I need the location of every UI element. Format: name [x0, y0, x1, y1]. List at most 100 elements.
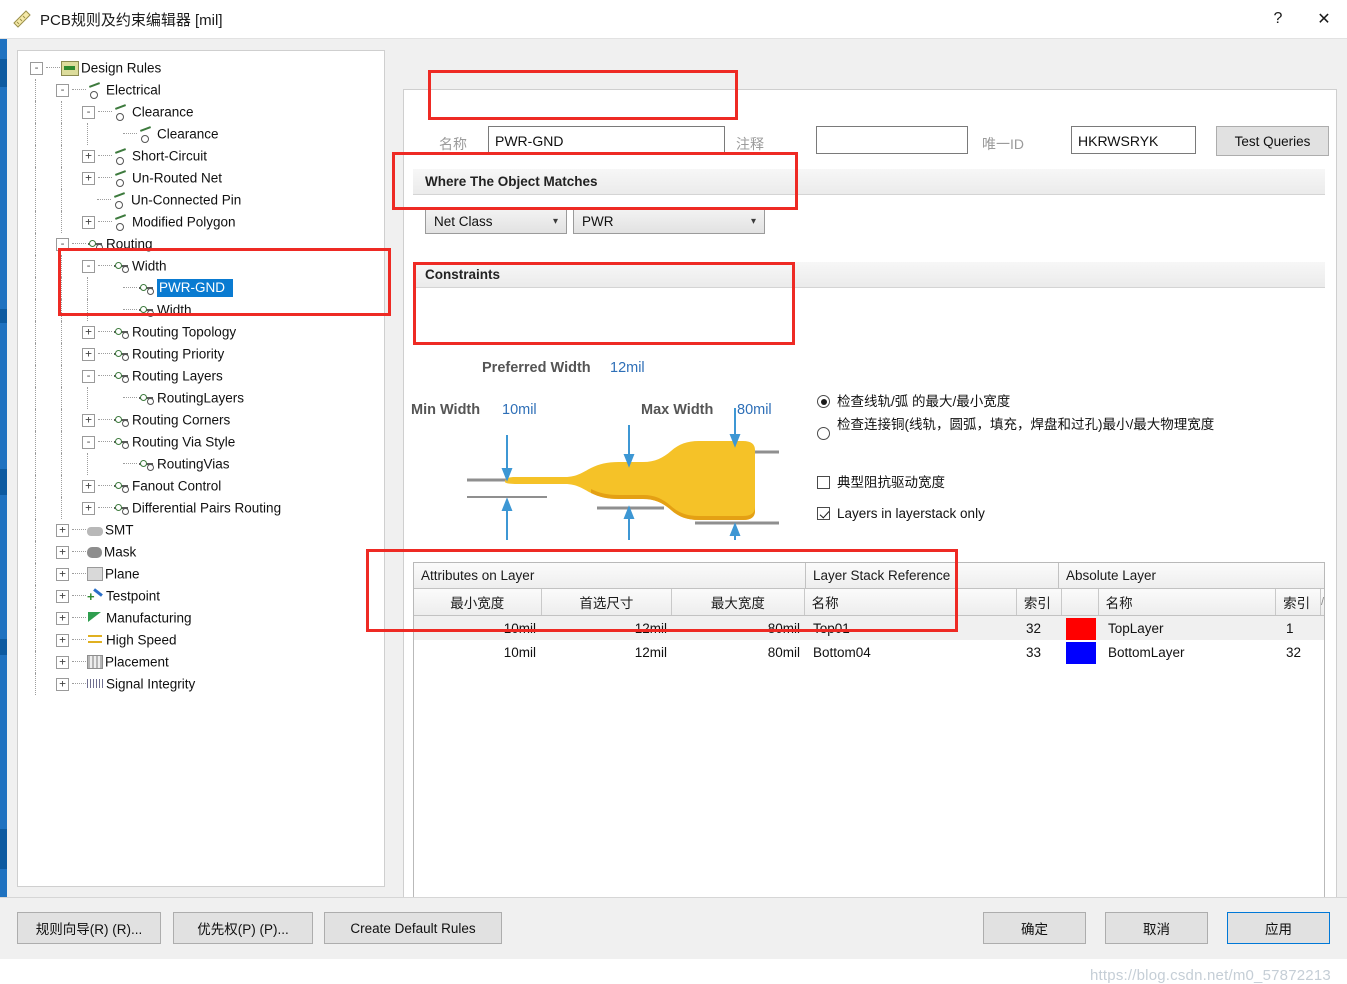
tree-item-width[interactable]: Width	[18, 299, 384, 321]
column-header-abs-name[interactable]: 名称	[1099, 589, 1277, 615]
test-queries-button[interactable]: Test Queries	[1216, 126, 1329, 156]
comment-input[interactable]	[816, 126, 968, 154]
cell-absolute-index: 1	[1286, 620, 1294, 636]
tree-item-label: High Speed	[106, 632, 177, 648]
column-header-stack-name[interactable]: 名称	[805, 589, 1017, 615]
scope-type-select[interactable]: Net Class ▾	[425, 208, 567, 234]
checkbox-layers-in-layerstack[interactable]	[817, 507, 830, 520]
table-row[interactable]: 10mil 12mil 80mil Bottom04 33 BottomLayer 32	[414, 640, 1324, 664]
radio-track-arc-width[interactable]	[817, 395, 830, 408]
close-button[interactable]: ✕	[1301, 0, 1347, 38]
tree-item-modified-polygon[interactable]: + Modified Polygon	[18, 211, 384, 233]
routing-icon	[138, 303, 155, 318]
expand-icon[interactable]: +	[82, 171, 95, 185]
column-header-color-swatch[interactable]	[1062, 589, 1099, 615]
collapse-icon[interactable]: -	[82, 105, 95, 119]
tree-item-high-speed[interactable]: + High Speed	[18, 629, 384, 651]
table-column-header-row: 最小宽度 首选尺寸 最大宽度 名称 索引 名称 索引 /	[414, 589, 1324, 616]
column-header-abs-index[interactable]: 索引	[1276, 589, 1321, 615]
tree-item-un-connected-pin[interactable]: Un-Connected Pin	[18, 189, 384, 211]
tree-item-electrical[interactable]: - Electrical	[18, 79, 384, 101]
radio-connected-copper[interactable]	[817, 427, 830, 440]
tree-item-pwr-gnd[interactable]: PWR-GND	[18, 277, 384, 299]
tree-item-placement[interactable]: + Placement	[18, 651, 384, 673]
tree-item-clearance[interactable]: Clearance	[18, 123, 384, 145]
tree-item-routingvias[interactable]: RoutingVias	[18, 453, 384, 475]
cell-max-width: 80mil	[767, 644, 800, 660]
layers-in-layerstack-checkbox-row[interactable]: Layers in layerstack only	[817, 505, 1157, 523]
expand-icon[interactable]: +	[82, 215, 95, 229]
create-default-rules-button[interactable]: Create Default Rules	[324, 912, 502, 944]
tree-item-width[interactable]: - Width	[18, 255, 384, 277]
column-header-min-width[interactable]: 最小宽度	[414, 589, 542, 615]
tree-item-differential-pairs-routing[interactable]: + Differential Pairs Routing	[18, 497, 384, 519]
expand-icon[interactable]: +	[82, 479, 95, 493]
design-rules-tree[interactable]: - Design Rules - Electrical - Clearance Cleara…	[17, 50, 385, 887]
tree-item-signal-integrity[interactable]: + Signal Integrity	[18, 673, 384, 695]
tree-item-label: Clearance	[132, 104, 194, 120]
expand-icon[interactable]: +	[56, 589, 69, 603]
tree-item-manufacturing[interactable]: + Manufacturing	[18, 607, 384, 629]
preferred-width-value[interactable]: 12mil	[610, 360, 645, 376]
column-header-max-width[interactable]: 最大宽度	[672, 589, 805, 615]
check-track-arc-width-radio-row[interactable]: 检查线轨/弧 的最大/最小宽度	[817, 393, 1217, 411]
tree-item-routing-corners[interactable]: + Routing Corners	[18, 409, 384, 431]
tree-item-mask[interactable]: + Mask	[18, 541, 384, 563]
tree-item-short-circuit[interactable]: + Short-Circuit	[18, 145, 384, 167]
tree-item-label: Un-Routed Net	[132, 170, 223, 186]
collapse-icon[interactable]: -	[82, 435, 95, 449]
scope-value-select[interactable]: PWR ▾	[573, 208, 765, 234]
expand-icon[interactable]: +	[56, 523, 69, 537]
tree-item-smt[interactable]: + SMT	[18, 519, 384, 541]
tree-item-routing[interactable]: - Routing	[18, 233, 384, 255]
expand-icon[interactable]: +	[82, 501, 95, 515]
expand-icon[interactable]: +	[56, 655, 69, 669]
expand-icon[interactable]: +	[56, 633, 69, 647]
help-button[interactable]: ?	[1255, 0, 1301, 38]
collapse-icon[interactable]: -	[82, 369, 95, 383]
rule-wizard-button[interactable]: 规则向导(R) (R)...	[17, 912, 161, 944]
tree-item-un-routed-net[interactable]: + Un-Routed Net	[18, 167, 384, 189]
expand-icon[interactable]: +	[82, 149, 95, 163]
expand-icon[interactable]: +	[82, 325, 95, 339]
apply-button[interactable]: 应用	[1227, 912, 1330, 944]
tree-item-clearance[interactable]: - Clearance	[18, 101, 384, 123]
collapse-icon[interactable]: -	[82, 259, 95, 273]
unique-id-input[interactable]: HKRWSRYK	[1071, 126, 1196, 154]
ok-button[interactable]: 确定	[983, 912, 1086, 944]
tree-item-design-rules[interactable]: - Design Rules	[18, 57, 384, 79]
ruler-icon	[12, 9, 32, 29]
checkbox-typical-impedance[interactable]	[817, 476, 830, 489]
tree-item-routing-topology[interactable]: + Routing Topology	[18, 321, 384, 343]
expand-icon[interactable]: +	[82, 347, 95, 361]
cancel-button[interactable]: 取消	[1105, 912, 1208, 944]
expand-icon[interactable]: +	[56, 611, 69, 625]
tree-item-fanout-control[interactable]: + Fanout Control	[18, 475, 384, 497]
tree-item-routinglayers[interactable]: RoutingLayers	[18, 387, 384, 409]
rule-name-input[interactable]: PWR-GND	[488, 126, 725, 154]
column-sort-marker[interactable]: /	[1321, 589, 1324, 615]
collapse-icon[interactable]: -	[30, 61, 43, 75]
column-header-preferred[interactable]: 首选尺寸	[542, 589, 673, 615]
expand-icon[interactable]: +	[82, 413, 95, 427]
tree-guide-line	[35, 343, 36, 365]
typical-impedance-checkbox-row[interactable]: 典型阻抗驱动宽度	[817, 474, 1157, 492]
collapse-icon[interactable]: -	[56, 237, 69, 251]
table-row[interactable]: 10mil 12mil 80mil Top01 32 TopLayer 1	[414, 616, 1324, 640]
tree-guide-line	[61, 409, 62, 431]
tree-connector	[72, 595, 86, 597]
tree-item-testpoint[interactable]: + Testpoint	[18, 585, 384, 608]
expand-icon[interactable]: +	[56, 677, 69, 691]
collapse-icon[interactable]: -	[56, 83, 69, 97]
expand-icon[interactable]: +	[56, 567, 69, 581]
expand-icon[interactable]: +	[56, 545, 69, 559]
tree-item-plane[interactable]: + Plane	[18, 563, 384, 585]
tree-item-routing-priority[interactable]: + Routing Priority	[18, 343, 384, 365]
layer-attributes-table[interactable]: Attributes on Layer Layer Stack Referenc…	[413, 562, 1325, 900]
tree-connector	[72, 551, 86, 553]
check-connected-copper-radio-row[interactable]: 检查连接铜(线轨，圆弧，填充，焊盘和过孔)最小/最大物理宽度	[817, 416, 1237, 440]
tree-item-routing-via-style[interactable]: - Routing Via Style	[18, 431, 384, 453]
column-header-stack-index[interactable]: 索引	[1017, 589, 1062, 615]
priorities-button[interactable]: 优先权(P) (P)...	[173, 912, 313, 944]
tree-item-routing-layers[interactable]: - Routing Layers	[18, 365, 384, 387]
